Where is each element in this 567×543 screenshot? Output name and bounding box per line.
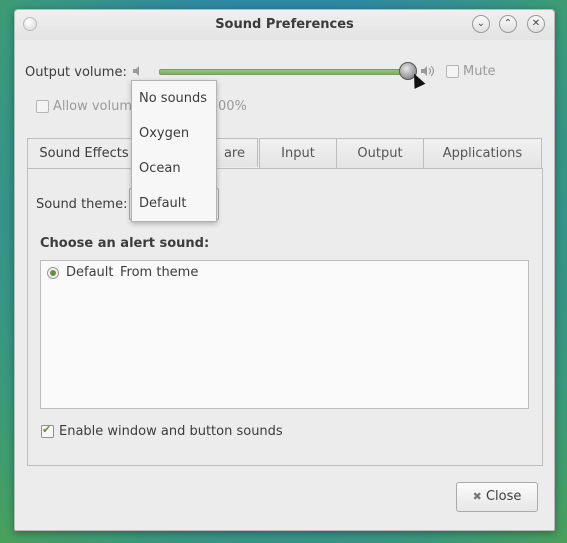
allow-amplification-checkbox[interactable] bbox=[36, 100, 49, 113]
minimize-icon[interactable]: ⌄ bbox=[472, 15, 490, 33]
speaker-muted-icon bbox=[133, 66, 139, 76]
tab-applications[interactable]: Applications bbox=[423, 138, 542, 168]
close-button-label: Close bbox=[485, 489, 522, 504]
maximize-icon[interactable]: ⌃ bbox=[499, 15, 517, 33]
allow-amplification-label-tail: 00% bbox=[218, 99, 247, 114]
alert-sound-list: Default From theme bbox=[40, 260, 529, 409]
menu-item-no-sounds[interactable]: No sounds bbox=[132, 81, 216, 116]
mute-label: Mute bbox=[463, 64, 496, 79]
tab-bar: Sound Effects are Input Output Applicati… bbox=[27, 138, 543, 170]
mute-checkbox[interactable] bbox=[446, 65, 459, 78]
menu-item-oxygen[interactable]: Oxygen bbox=[132, 116, 216, 151]
volume-slider-track[interactable] bbox=[159, 69, 413, 75]
close-button[interactable]: ✖ Close bbox=[456, 482, 538, 512]
output-volume-label: Output volume: bbox=[25, 65, 127, 80]
alert-sound-heading: Choose an alert sound: bbox=[40, 236, 210, 251]
close-icon[interactable]: ✕ bbox=[527, 15, 545, 33]
menu-item-default[interactable]: Default bbox=[132, 186, 216, 221]
tab-output[interactable]: Output bbox=[336, 138, 424, 168]
enable-sounds-checkbox[interactable] bbox=[41, 423, 54, 438]
sound-theme-label: Sound theme: bbox=[36, 197, 128, 212]
close-x-icon: ✖ bbox=[472, 490, 482, 503]
list-item[interactable]: Default From theme bbox=[41, 261, 526, 285]
allow-amplification-label: Allow volum bbox=[53, 99, 132, 114]
tab-sound-effects[interactable]: Sound Effects bbox=[27, 138, 141, 170]
sound-preferences-window: Sound Preferences ⌄ ⌃ ✕ Output volume: M… bbox=[14, 9, 555, 531]
titlebar: Sound Preferences ⌄ ⌃ ✕ bbox=[15, 10, 554, 40]
enable-sounds-label: Enable window and button sounds bbox=[59, 424, 283, 439]
tab-input[interactable]: Input bbox=[259, 138, 337, 168]
alert-radio[interactable] bbox=[47, 267, 59, 279]
menu-item-ocean[interactable]: Ocean bbox=[132, 151, 216, 186]
alert-name: Default bbox=[66, 265, 114, 280]
alert-source: From theme bbox=[120, 265, 199, 280]
sound-theme-dropdown-menu: No sounds Oxygen Ocean Default bbox=[131, 80, 217, 222]
